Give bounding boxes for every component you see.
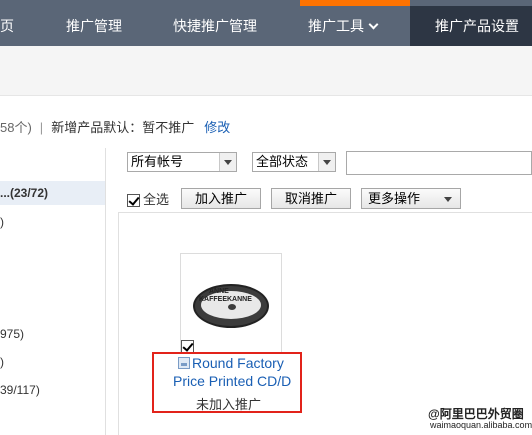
sidebar-item-group-5[interactable]: 39/117) <box>0 378 40 402</box>
product-status: 未加入推广 <box>196 397 262 412</box>
nav-item-promotion-tools[interactable]: 推广工具 <box>308 6 379 46</box>
chevron-down-icon <box>219 153 236 171</box>
watermark-url: waimaoquan.alibaba.com <box>430 420 532 430</box>
product-thumbnail[interactable]: ANNE KAFFEEKANNE <box>180 253 282 353</box>
nav-item-quick-promotion[interactable]: 快捷推广管理 <box>173 6 257 46</box>
product-title-link-line2[interactable]: Price Printed CD/D <box>173 373 291 389</box>
account-select[interactable]: 所有帐号 <box>127 152 237 172</box>
sidebar-item-group-4[interactable]: ) <box>0 350 4 374</box>
cancel-promotion-button[interactable]: 取消推广 <box>271 188 351 209</box>
product-title-link[interactable]: Round Factory <box>192 355 284 371</box>
edit-link[interactable]: 修改 <box>204 120 230 135</box>
default-setting-info: 58个) | 新增产品默认：暂不推广 修改 <box>0 118 230 138</box>
product-image-text: ANNE KAFFEEKANNE <box>199 288 252 303</box>
sidebar-item-group-2[interactable]: ) <box>0 210 4 234</box>
product-page-icon <box>178 357 190 369</box>
top-navigation: 页 推广管理 快捷推广管理 推广工具 推广产品设置 <box>0 0 532 46</box>
sub-toolbar <box>0 46 532 96</box>
product-count: 58个) <box>0 120 32 135</box>
search-input[interactable] <box>346 151 532 175</box>
sidebar-item-group-3[interactable]: 975) <box>0 322 24 346</box>
chevron-down-icon <box>318 153 335 171</box>
select-all-label: 全选 <box>143 192 170 207</box>
status-select[interactable]: 全部状态 <box>252 152 336 172</box>
divider: | <box>39 120 44 135</box>
nav-item-promotion-management[interactable]: 推广管理 <box>66 6 122 46</box>
add-promotion-button[interactable]: 加入推广 <box>181 188 261 209</box>
more-actions-dropdown[interactable]: 更多操作 <box>361 188 461 209</box>
chevron-down-icon <box>368 19 379 30</box>
select-all-checkbox[interactable] <box>127 194 140 207</box>
sidebar-item-group-1[interactable]: ...(23/72) <box>0 181 105 205</box>
group-sidebar: ...(23/72) ) 975) ) 39/117) <box>0 148 106 435</box>
default-label: 新增产品默认： <box>51 120 143 135</box>
nav-item-home[interactable]: 页 <box>0 6 14 46</box>
nav-item-product-settings[interactable]: 推广产品设置 <box>410 6 532 46</box>
default-value: 暂不推广 <box>142 120 195 135</box>
chevron-down-icon <box>444 197 452 202</box>
